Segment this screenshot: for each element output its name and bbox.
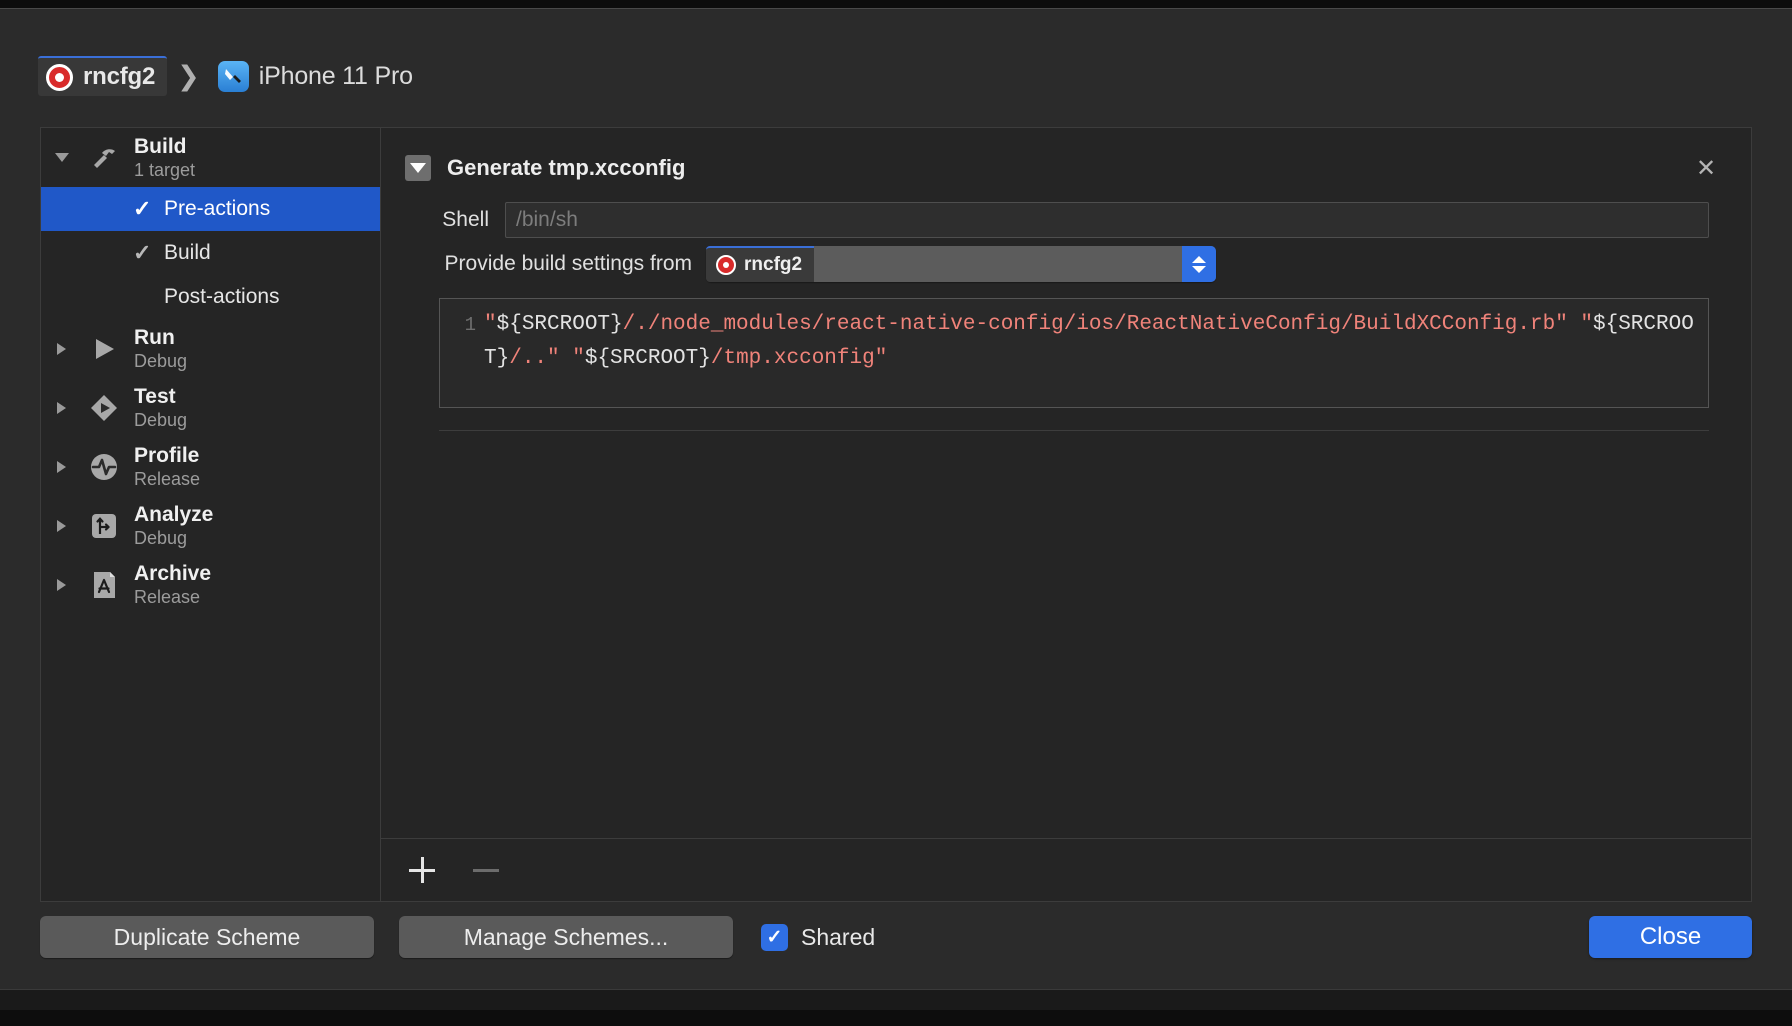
sidebar-group-title: Profile	[134, 444, 200, 467]
action-title: Generate tmp.xcconfig	[447, 155, 686, 180]
profile-waveform-icon	[87, 450, 121, 484]
code-variable-token: ${SRCROOT}	[496, 313, 623, 336]
sidebar-group-title: Run	[134, 326, 175, 349]
sidebar-group-title: Build	[134, 135, 187, 158]
sidebar-group-test[interactable]: Test Debug	[41, 378, 380, 437]
close-button[interactable]: Close	[1589, 916, 1752, 958]
disclosure-triangle-icon[interactable]	[57, 460, 66, 473]
target-icon	[46, 63, 73, 91]
run-script-action: Generate tmp.xcconfig ✕ Shell /bin/sh Pr…	[399, 142, 1733, 431]
add-remove-toolbar	[381, 838, 1751, 901]
editor-content: Build 1 target ✓ Pre-actions ✓ Build Pos…	[40, 127, 1752, 902]
sidebar-group-build[interactable]: Build 1 target	[41, 128, 380, 187]
scheme-actions-sidebar: Build 1 target ✓ Pre-actions ✓ Build Pos…	[41, 128, 381, 901]
popup-value-label: rncfg2	[744, 254, 803, 275]
target-icon	[716, 255, 736, 275]
triangle-down-icon[interactable]	[405, 155, 431, 181]
sidebar-group-title: Analyze	[134, 503, 214, 526]
sidebar-group-profile[interactable]: Profile Release	[41, 437, 380, 496]
build-settings-popup-button[interactable]: rncfg2	[706, 246, 1216, 282]
shared-checkbox-group[interactable]: ✓ Shared	[761, 923, 876, 951]
build-settings-label: Provide build settings from	[444, 252, 692, 275]
manage-schemes-button[interactable]: Manage Schemes...	[399, 916, 733, 958]
window-bottom-strip	[0, 989, 1792, 1010]
sidebar-group-subtitle: 1 target	[134, 160, 196, 180]
hammer-icon	[87, 141, 121, 175]
popup-selected-value: rncfg2	[706, 246, 815, 282]
breadcrumb-destination-label: iPhone 11 Pro	[258, 61, 413, 90]
chevron-up-down-icon[interactable]	[1182, 246, 1216, 282]
checkmark-icon: ✓	[133, 196, 152, 221]
code-string-token: /tmp.xcconfig"	[710, 347, 888, 370]
sidebar-item-label: Build	[164, 241, 211, 264]
script-code[interactable]: "${SRCROOT}/./node_modules/react-native-…	[484, 308, 1708, 398]
disclosure-triangle-icon[interactable]	[57, 519, 66, 532]
action-detail-body: Generate tmp.xcconfig ✕ Shell /bin/sh Pr…	[381, 128, 1751, 838]
sidebar-item-pre-actions[interactable]: ✓ Pre-actions	[41, 187, 380, 231]
build-settings-row: Provide build settings from rncfg2	[399, 246, 1733, 282]
sidebar-item-label: Post-actions	[164, 285, 280, 308]
section-divider	[439, 430, 1709, 431]
checkmark-icon: ✓	[133, 240, 152, 265]
sidebar-item-post-actions[interactable]: Post-actions	[41, 275, 380, 319]
sidebar-item-label: Pre-actions	[164, 197, 271, 220]
action-detail-pane: Generate tmp.xcconfig ✕ Shell /bin/sh Pr…	[381, 128, 1751, 901]
footer-bar: Duplicate Scheme Manage Schemes... ✓ Sha…	[0, 902, 1792, 972]
shell-input[interactable]: /bin/sh	[505, 202, 1709, 238]
sidebar-group-title: Archive	[134, 562, 212, 585]
shell-field-row: Shell /bin/sh	[399, 202, 1733, 238]
sidebar-group-subtitle: Debug	[134, 351, 188, 371]
sidebar-group-archive[interactable]: Archive Release	[41, 555, 380, 614]
breadcrumb-destination[interactable]: iPhone 11 Pro	[210, 57, 425, 95]
sidebar-group-title: Test	[134, 385, 176, 408]
disclosure-triangle-icon[interactable]	[57, 342, 66, 355]
code-string-token: /.." "	[509, 347, 585, 370]
code-string-token: "	[484, 313, 497, 336]
sidebar-item-build[interactable]: ✓ Build	[41, 231, 380, 275]
action-header: Generate tmp.xcconfig	[399, 142, 1733, 194]
breadcrumb-scheme[interactable]: rncfg2	[38, 56, 168, 96]
code-string-token: /./node_modules/react-native-config/ios/…	[622, 313, 1593, 336]
breadcrumb: rncfg2 ❯ iPhone 11 Pro	[38, 54, 425, 98]
add-action-button[interactable]	[405, 853, 439, 887]
code-variable-token: ${SRCROOT}	[584, 347, 711, 370]
disclosure-triangle-icon[interactable]	[57, 401, 66, 414]
duplicate-scheme-button[interactable]: Duplicate Scheme	[40, 916, 374, 958]
sidebar-group-subtitle: Debug	[134, 410, 188, 430]
play-icon	[87, 332, 121, 366]
remove-action-button	[469, 853, 503, 887]
sidebar-group-subtitle: Release	[134, 469, 201, 489]
sidebar-group-subtitle: Debug	[134, 528, 188, 548]
scheme-editor-window: rncfg2 ❯ iPhone 11 Pro Build 1 target ✓ …	[0, 8, 1792, 1010]
script-editor[interactable]: 1 "${SRCROOT}/./node_modules/react-nativ…	[439, 298, 1709, 408]
close-icon[interactable]: ✕	[1691, 154, 1721, 184]
breadcrumb-scheme-label: rncfg2	[83, 63, 156, 90]
sidebar-group-run[interactable]: Run Debug	[41, 319, 380, 378]
shared-label: Shared	[801, 923, 876, 950]
sidebar-group-subtitle: Release	[134, 587, 201, 607]
shell-label: Shell	[442, 208, 489, 231]
test-diamond-icon	[87, 391, 121, 425]
analyze-branch-icon	[87, 509, 121, 543]
breadcrumb-separator: ❯	[177, 60, 200, 91]
disclosure-triangle-open-icon[interactable]	[55, 153, 69, 162]
xcode-device-icon	[217, 60, 249, 92]
shared-checkbox[interactable]: ✓	[761, 923, 788, 951]
disclosure-triangle-icon[interactable]	[57, 578, 66, 591]
archive-appstore-icon	[87, 568, 121, 602]
sidebar-group-analyze[interactable]: Analyze Debug	[41, 496, 380, 555]
line-number-gutter: 1	[464, 314, 476, 336]
